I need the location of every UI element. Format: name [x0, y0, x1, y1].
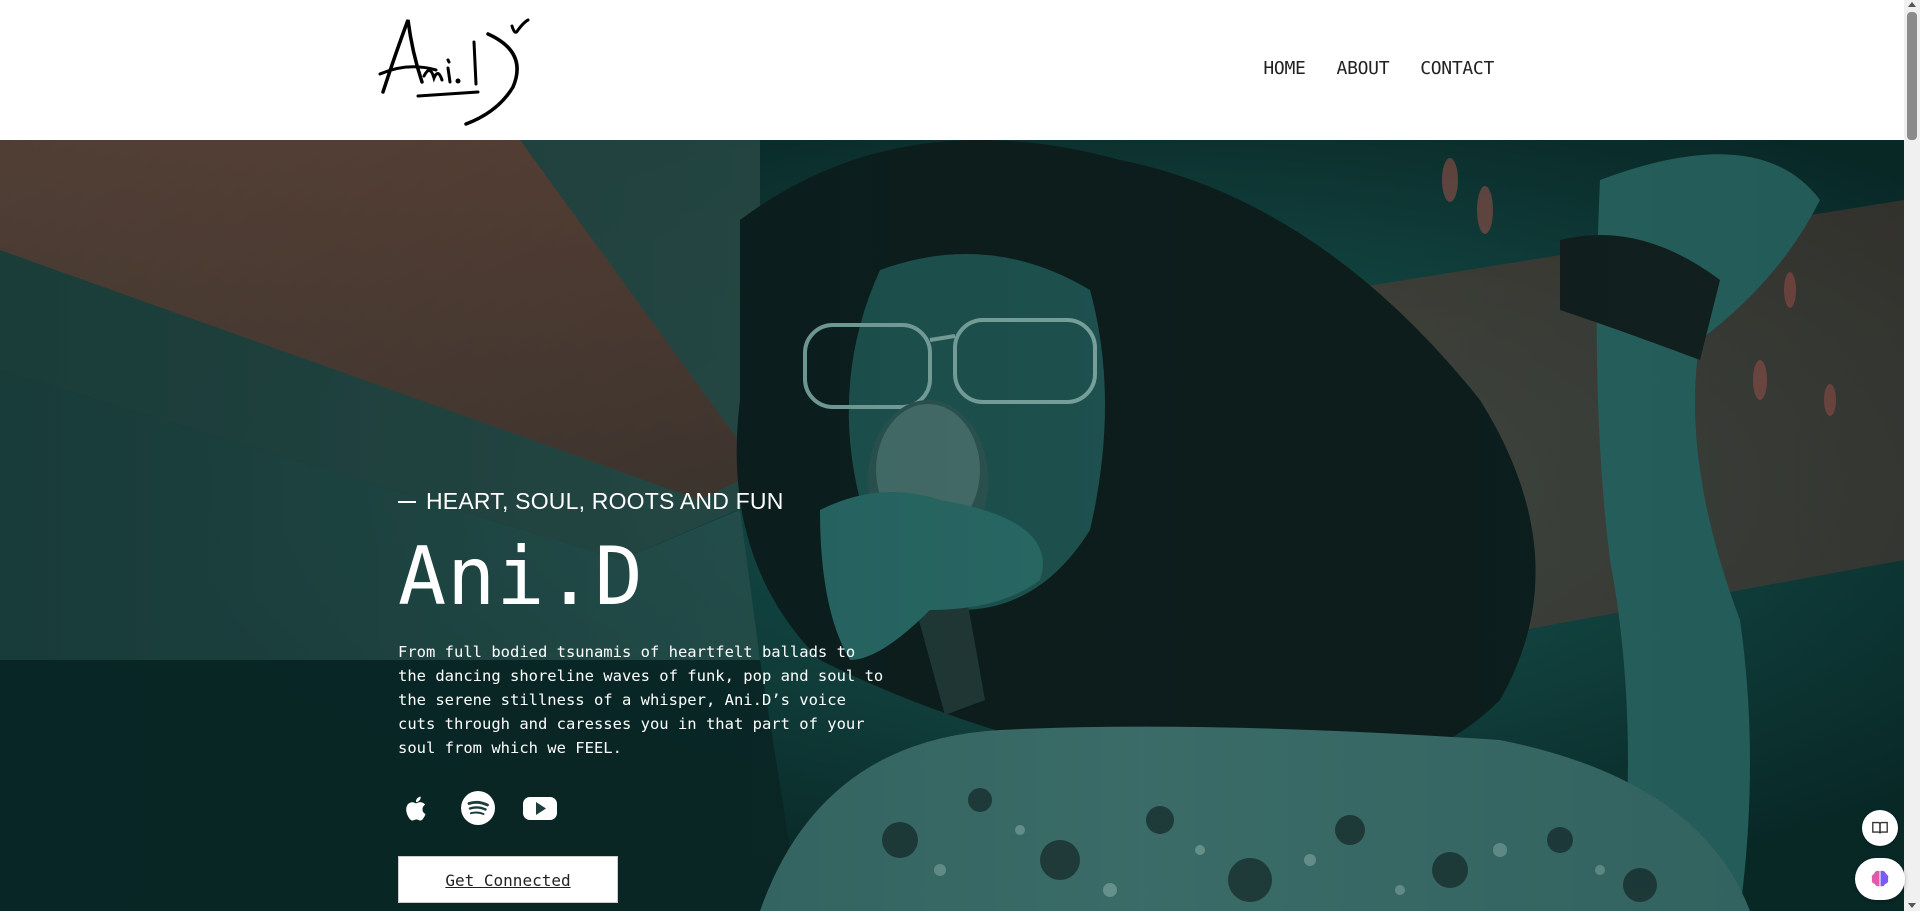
scroll-up-icon[interactable]	[1908, 2, 1916, 7]
reader-mode-button[interactable]	[1862, 810, 1898, 846]
hero-content: HEART, SOUL, ROOTS AND FUN Ani.D From fu…	[398, 488, 918, 903]
dash-icon	[398, 500, 416, 503]
page-scrollbar[interactable]	[1904, 0, 1920, 911]
logo-signature[interactable]	[378, 12, 538, 128]
reader-book-icon	[1872, 821, 1888, 834]
site-header: HOME ABOUT CONTACT	[0, 0, 1904, 140]
hero-description: From full bodied tsunamis of heartfelt b…	[398, 643, 884, 757]
nav-about[interactable]: ABOUT	[1337, 58, 1390, 79]
nav-home[interactable]: HOME	[1263, 58, 1305, 79]
scroll-down-icon[interactable]	[1908, 903, 1916, 908]
ai-assistant-button[interactable]	[1855, 858, 1905, 900]
get-connected-button[interactable]: Get Connected	[398, 856, 618, 903]
social-links	[398, 790, 918, 826]
hero-tagline: HEART, SOUL, ROOTS AND FUN	[398, 488, 918, 515]
hero-title: Ani.D	[398, 530, 644, 623]
brain-icon	[1871, 870, 1889, 887]
hero-section: HEART, SOUL, ROOTS AND FUN Ani.D From fu…	[0, 140, 1904, 911]
nav-contact[interactable]: CONTACT	[1420, 58, 1494, 79]
youtube-icon[interactable]	[522, 790, 558, 826]
main-nav: HOME ABOUT CONTACT	[1263, 58, 1494, 79]
hero-tagline-text: HEART, SOUL, ROOTS AND FUN	[426, 488, 784, 514]
apple-music-icon[interactable]	[398, 790, 434, 826]
scroll-thumb[interactable]	[1907, 12, 1917, 140]
spotify-icon[interactable]	[460, 790, 496, 826]
